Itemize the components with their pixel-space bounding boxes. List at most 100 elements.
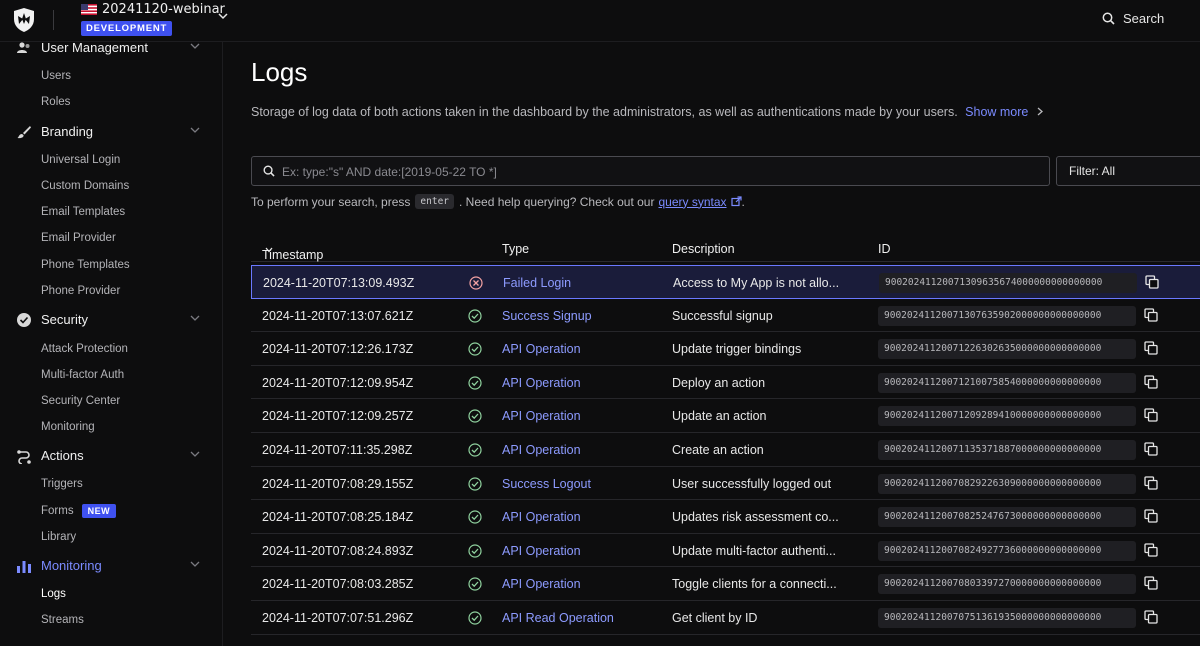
filter-dropdown[interactable]: Filter: All — [1056, 156, 1200, 186]
sidebar-item-library[interactable]: Library — [41, 531, 76, 543]
sidebar-item-logs[interactable]: Logs — [41, 588, 66, 600]
chevron-right-icon — [1037, 107, 1043, 116]
sidebar-item-streams[interactable]: Streams — [41, 614, 84, 626]
row-timestamp: 2024-11-20T07:12:26.173Z — [262, 342, 414, 357]
row-description: Updates risk assessment co... — [672, 510, 839, 525]
search-icon — [1102, 12, 1115, 25]
sidebar-item-users[interactable]: Users — [41, 70, 71, 82]
row-description: Update an action — [672, 409, 767, 424]
check-circle-icon — [468, 544, 482, 558]
row-type-link[interactable]: API Operation — [502, 510, 581, 524]
copy-icon[interactable] — [1144, 610, 1158, 624]
chevron-down-icon[interactable] — [218, 12, 228, 20]
row-timestamp: 2024-11-20T07:12:09.954Z — [262, 375, 414, 390]
sidebar-item-email-templates[interactable]: Email Templates — [41, 206, 125, 218]
copy-icon[interactable] — [1145, 275, 1159, 289]
sidebar-item-phone-templates[interactable]: Phone Templates — [41, 259, 130, 271]
table-row[interactable]: 2024-11-20T07:07:51.296Z API Read Operati… — [251, 601, 1200, 635]
sidebar-item-custom-domains[interactable]: Custom Domains — [41, 180, 129, 192]
table-row[interactable]: 2024-11-20T07:08:24.893Z API Operation Upd… — [251, 534, 1200, 568]
column-description: Description — [672, 242, 735, 256]
row-timestamp: 2024-11-20T07:08:29.155Z — [262, 476, 414, 491]
sidebar-item-phone-provider[interactable]: Phone Provider — [41, 285, 120, 297]
tenant-switcher[interactable]: 20241120-webinar DEVELOPMENT — [81, 2, 225, 36]
shield-check-icon — [17, 313, 31, 327]
row-type-link[interactable]: API Operation — [502, 342, 581, 356]
table-row[interactable]: 2024-11-20T07:13:09.493Z Failed Login Acce… — [251, 265, 1200, 299]
auth0-logo-icon[interactable] — [12, 7, 36, 33]
page-title: Logs — [251, 57, 308, 87]
copy-icon[interactable] — [1144, 509, 1158, 523]
row-id: 90020241120070751361935000000000000000 — [878, 607, 1136, 628]
chevron-down-icon — [190, 127, 200, 133]
query-syntax-label: query syntax — [658, 194, 727, 209]
environment-badge: DEVELOPMENT — [81, 21, 173, 36]
column-label: Timestamp — [262, 248, 324, 262]
row-type-link[interactable]: API Operation — [502, 544, 581, 558]
external-link-icon[interactable] — [730, 196, 742, 207]
row-timestamp: 2024-11-20T07:08:25.184Z — [262, 510, 414, 525]
copy-icon[interactable] — [1144, 543, 1158, 557]
query-syntax-link[interactable]: query syntax — [658, 195, 726, 209]
table-row[interactable]: 2024-11-20T07:11:35.298Z API Operation Cre… — [251, 433, 1200, 467]
sidebar-item-triggers[interactable]: Triggers — [41, 478, 83, 490]
row-type-link[interactable]: Failed Login — [503, 276, 571, 290]
row-id: 90020241120070829226309000000000000000 — [878, 473, 1136, 494]
show-more-label: Show more — [965, 105, 1029, 119]
column-id: ID — [878, 242, 891, 256]
row-type-link[interactable]: API Operation — [502, 409, 581, 423]
chevron-down-icon — [190, 451, 200, 457]
search-button[interactable]: Search — [1102, 11, 1164, 26]
sidebar-item-forms[interactable]: Forms NEW — [41, 504, 117, 518]
copy-icon[interactable] — [1144, 475, 1158, 490]
column-timestamp[interactable]: Timestamp — [262, 242, 323, 262]
sidebar-item-monitoring-security[interactable]: Monitoring — [41, 421, 95, 433]
row-id: 90020241120071135371887000000000000000 — [878, 439, 1136, 460]
row-id: 90020241120070825247673000000000000000 — [878, 507, 1136, 528]
description-text: Storage of log data of both actions take… — [251, 105, 958, 119]
log-search-input[interactable] — [282, 162, 1022, 181]
check-circle-icon — [468, 611, 482, 625]
row-timestamp: 2024-11-20T07:13:09.493Z — [263, 276, 415, 290]
row-description: Update multi-factor authenti... — [672, 543, 836, 558]
chevron-down-icon — [190, 561, 200, 567]
table-row[interactable]: 2024-11-20T07:08:29.155Z Success Logout Us… — [251, 467, 1200, 501]
check-circle-icon — [468, 409, 482, 423]
row-type-link[interactable]: Success Signup — [502, 309, 592, 323]
sidebar-item-roles[interactable]: Roles — [41, 96, 70, 108]
copy-icon[interactable] — [1144, 307, 1158, 322]
copy-icon[interactable] — [1144, 442, 1158, 456]
row-id: 90020241120071309635674000000000000000 — [879, 273, 1137, 293]
show-more-link[interactable]: Show more — [965, 105, 1044, 119]
table-row[interactable]: 2024-11-20T07:13:07.621Z Success Signup Su… — [251, 299, 1200, 333]
row-type-link[interactable]: API Operation — [502, 577, 581, 591]
log-search-box[interactable] — [251, 156, 1050, 186]
table-row[interactable]: 2024-11-20T07:08:03.285Z API Operation Tog… — [251, 567, 1200, 601]
copy-icon[interactable] — [1144, 341, 1158, 355]
sidebar-item-attack-protection[interactable]: Attack Protection — [41, 343, 128, 355]
row-description: Toggle clients for a connecti... — [672, 577, 837, 592]
sidebar-section-branding[interactable]: Branding — [0, 121, 222, 143]
row-type-link[interactable]: API Read Operation — [502, 611, 614, 625]
hint-prefix: To perform your search, press — [251, 194, 411, 209]
sidebar-section-monitoring[interactable]: Monitoring — [0, 555, 222, 577]
table-row[interactable]: 2024-11-20T07:12:26.173Z API Operation Upd… — [251, 332, 1200, 366]
row-type-link[interactable]: API Operation — [502, 376, 581, 390]
sidebar-section-actions[interactable]: Actions — [0, 445, 222, 467]
sidebar-item-email-provider[interactable]: Email Provider — [41, 232, 116, 244]
sidebar-item-multi-factor-auth[interactable]: Multi-factor Auth — [41, 369, 124, 381]
copy-icon[interactable] — [1144, 576, 1158, 590]
sidebar-item-security-center[interactable]: Security Center — [41, 395, 120, 407]
row-type-link[interactable]: Success Logout — [502, 477, 591, 491]
copy-icon[interactable] — [1144, 408, 1158, 423]
copy-icon[interactable] — [1144, 375, 1158, 389]
sidebar-section-user-management[interactable]: User Management — [0, 42, 222, 59]
sidebar-item-universal-login[interactable]: Universal Login — [41, 154, 120, 166]
sidebar-section-label: Security — [41, 312, 88, 327]
sidebar-section-security[interactable]: Security — [0, 309, 222, 331]
table-row[interactable]: 2024-11-20T07:12:09.954Z API Operation Dep… — [251, 366, 1200, 400]
row-timestamp: 2024-11-20T07:08:03.285Z — [262, 577, 414, 592]
table-row[interactable]: 2024-11-20T07:08:25.184Z API Operation Upd… — [251, 500, 1200, 534]
row-type-link[interactable]: API Operation — [502, 443, 581, 457]
table-row[interactable]: 2024-11-20T07:12:09.257Z API Operation Upd… — [251, 399, 1200, 433]
